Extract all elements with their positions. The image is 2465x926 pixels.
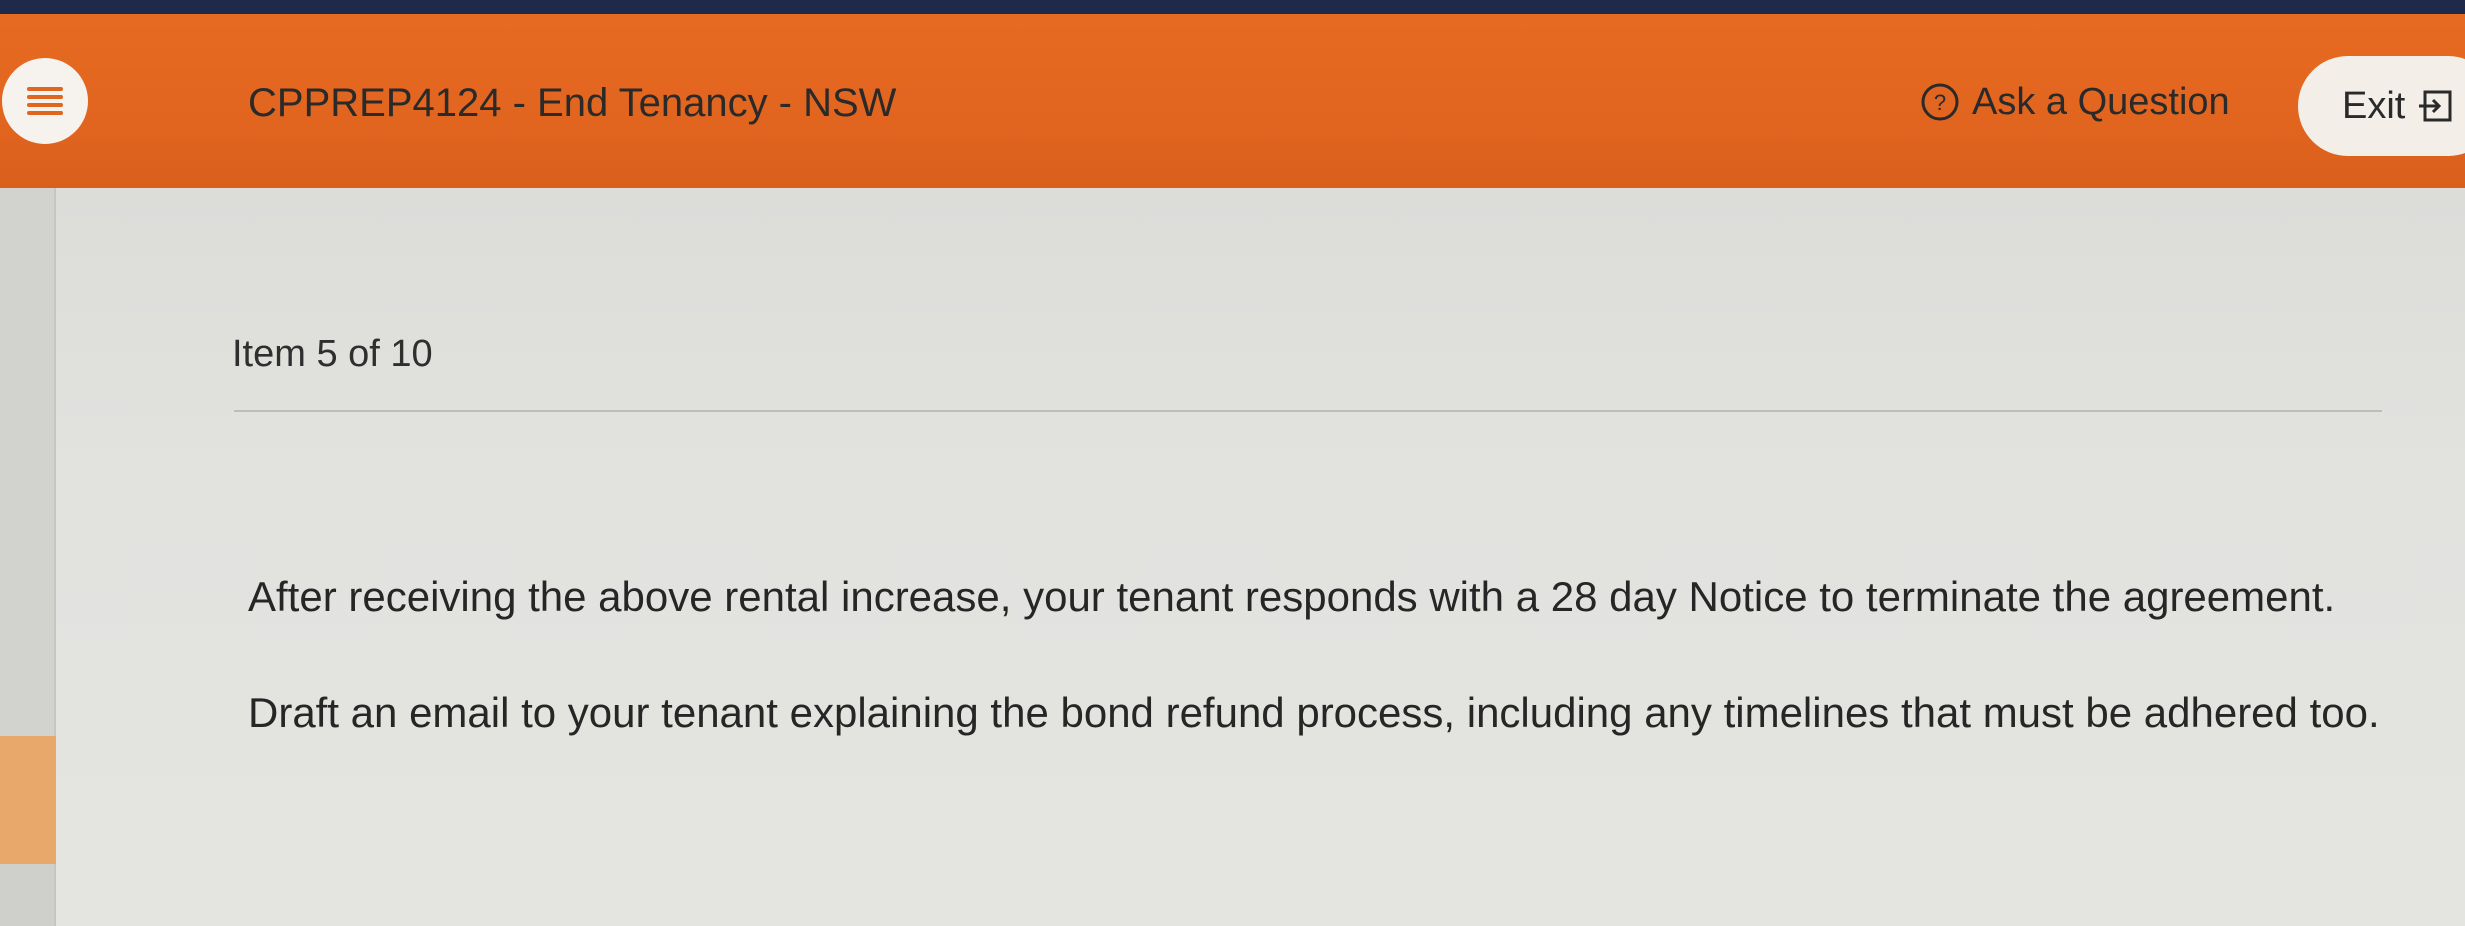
- ask-question-button[interactable]: ? Ask a Question: [1920, 76, 2230, 128]
- window-top-edge: [0, 0, 2465, 14]
- exit-button[interactable]: Exit: [2298, 56, 2465, 156]
- content-divider: [234, 410, 2382, 412]
- exit-label: Exit: [2342, 84, 2406, 127]
- question-circle-icon: ?: [1921, 83, 1959, 121]
- course-title: CPPREP4124 - End Tenancy - NSW: [248, 81, 897, 125]
- svg-text:?: ?: [1934, 90, 1946, 115]
- menu-button[interactable]: [2, 58, 88, 144]
- ask-question-label: Ask a Question: [1972, 80, 2230, 123]
- question-content-area: Item 5 of 10 After receiving the above r…: [56, 188, 2465, 926]
- app-header: CPPREP4124 - End Tenancy - NSW ? Ask a Q…: [0, 14, 2465, 188]
- hamburger-menu-icon: [27, 87, 63, 115]
- exit-door-icon: [2419, 90, 2452, 122]
- rail-section: [0, 864, 54, 926]
- question-text-task: Draft an email to your tenant explaining…: [248, 689, 2380, 736]
- left-navigation-rail: [0, 188, 74, 926]
- question-text-scenario: After receiving the above rental increas…: [248, 573, 2336, 620]
- item-counter: Item 5 of 10: [232, 333, 433, 375]
